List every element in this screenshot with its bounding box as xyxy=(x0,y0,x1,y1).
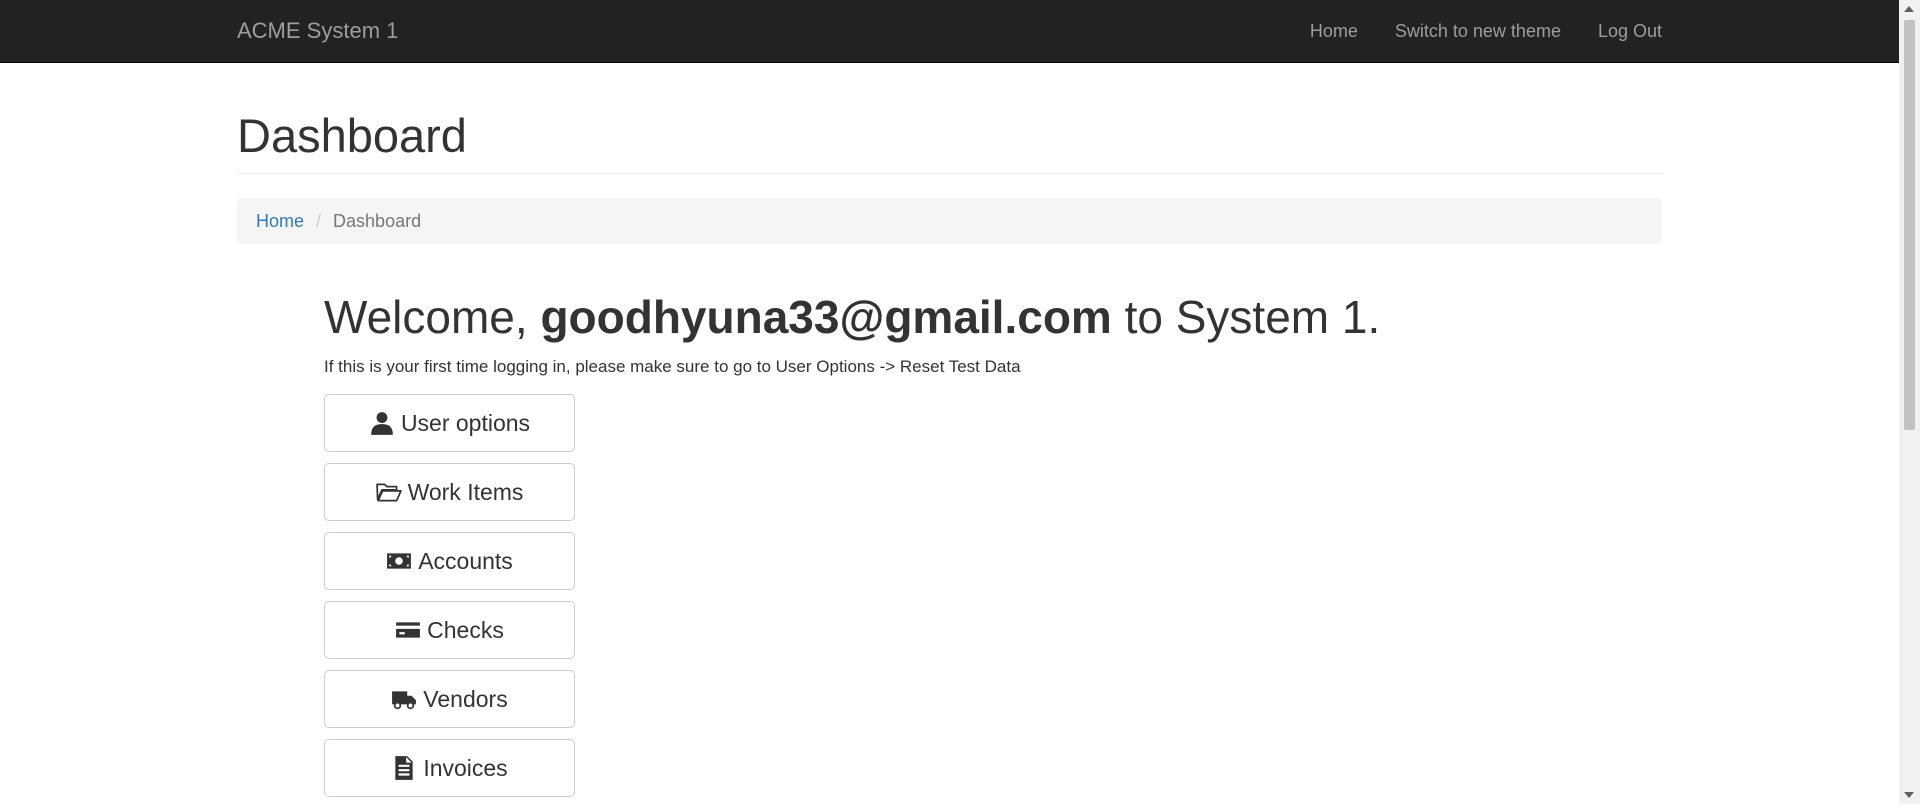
credit-card-icon xyxy=(396,622,421,638)
money-icon xyxy=(387,553,412,569)
file-text-icon xyxy=(395,756,413,780)
page-title: Dashboard xyxy=(237,109,467,162)
work-items-label: Work Items xyxy=(407,478,524,505)
checks-button[interactable]: Checks xyxy=(324,601,575,659)
accounts-button[interactable]: Accounts xyxy=(324,532,575,590)
breadcrumb-separator: / xyxy=(316,210,322,231)
invoices-button[interactable]: Invoices xyxy=(324,739,575,797)
vendors-label: Vendors xyxy=(423,685,508,712)
accounts-label: Accounts xyxy=(418,547,513,574)
user-options-button[interactable]: User options xyxy=(324,394,575,452)
nav-logout-link[interactable]: Log Out xyxy=(1598,21,1662,42)
welcome-user-email: goodhyuna33@gmail.com xyxy=(540,291,1112,343)
scroll-up-arrow[interactable] xyxy=(1904,6,1914,12)
work-items-button[interactable]: Work Items xyxy=(324,463,575,521)
scrollbar-thumb[interactable] xyxy=(1904,20,1915,430)
welcome-suffix: to System 1. xyxy=(1124,291,1381,343)
page-scrollbar[interactable] xyxy=(1899,0,1920,804)
welcome-prefix: Welcome, xyxy=(324,291,528,343)
welcome-heading: Welcome, goodhyuna33@gmail.com to System… xyxy=(324,290,1380,344)
checks-label: Checks xyxy=(427,616,504,643)
vendors-button[interactable]: Vendors xyxy=(324,670,575,728)
breadcrumb: Home / Dashboard xyxy=(237,198,1662,244)
breadcrumb-current: Dashboard xyxy=(333,210,422,231)
folder-open-icon xyxy=(375,483,402,502)
invoices-label: Invoices xyxy=(423,754,508,781)
title-divider xyxy=(237,173,1662,174)
brand-link[interactable]: ACME System 1 xyxy=(237,18,398,44)
user-icon xyxy=(371,412,393,435)
truck-icon xyxy=(392,691,417,710)
dashboard-menu: User options Work Items Accounts Checks … xyxy=(324,394,575,808)
first-login-hint: If this is your first time logging in, p… xyxy=(324,357,1021,376)
breadcrumb-home-link[interactable]: Home xyxy=(256,211,304,232)
top-navbar: ACME System 1 Home Switch to new theme L… xyxy=(0,0,1899,63)
user-options-label: User options xyxy=(400,409,531,436)
scroll-down-arrow[interactable] xyxy=(1904,792,1914,798)
nav-home-link[interactable]: Home xyxy=(1310,21,1358,42)
nav-links: Home Switch to new theme Log Out xyxy=(1273,0,1662,63)
nav-switch-theme-link[interactable]: Switch to new theme xyxy=(1395,21,1561,42)
